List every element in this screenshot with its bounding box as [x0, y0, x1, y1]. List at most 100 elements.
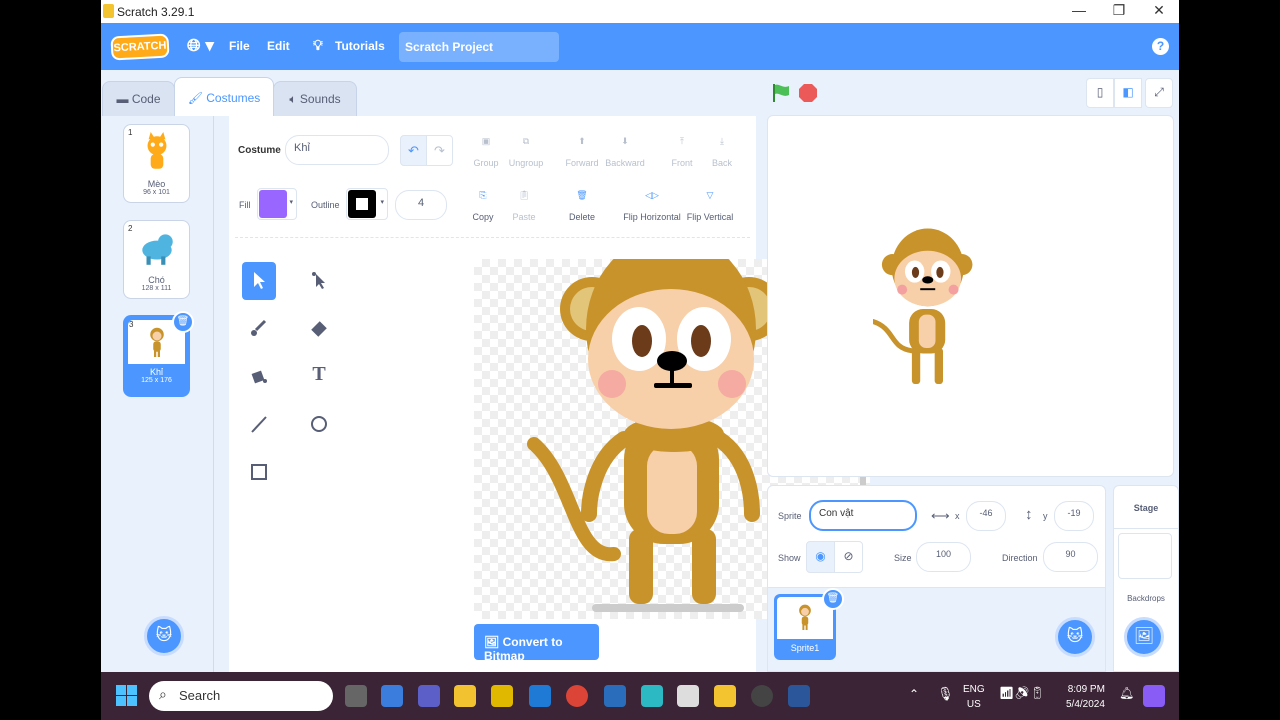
outline-color-picker[interactable]: ▾	[346, 188, 388, 220]
scratch-logo[interactable]: SCRATCH	[110, 33, 170, 61]
sprite-list: Sprite1 🗑︎ 🐱︎	[767, 587, 1106, 672]
task-view-icon[interactable]	[345, 685, 367, 707]
rectangle-icon	[251, 464, 267, 480]
paint-icon[interactable]	[641, 685, 663, 707]
cat-thumbnail	[147, 132, 166, 169]
stage-selector[interactable]: Stage Backdrops 🖼︎	[1113, 485, 1179, 672]
project-title-input[interactable]: Scratch Project	[399, 32, 559, 62]
green-flag-icon[interactable]	[771, 83, 791, 103]
add-sprite-button[interactable]: 🐱︎	[1055, 617, 1095, 657]
paste-button[interactable]: 📋︎ Paste	[501, 190, 547, 222]
taskbar-search[interactable]: ⌕ Search	[149, 681, 333, 711]
pdf-icon[interactable]	[491, 685, 513, 707]
reshape-tool[interactable]	[302, 262, 336, 300]
maximize-button[interactable]: ❐	[1099, 2, 1139, 19]
chrome-icon[interactable]	[566, 685, 588, 707]
redo-button[interactable]: ↷	[426, 135, 453, 166]
clock[interactable]: 8:09 PM 5/4/2024	[1066, 682, 1105, 712]
line-tool[interactable]	[242, 406, 276, 444]
notification-icon[interactable]: 🔔︎	[1119, 686, 1134, 700]
large-stage-button[interactable]: ◧	[1114, 78, 1142, 108]
defender-icon[interactable]	[529, 685, 551, 707]
microphone-icon[interactable]: 🎙︎	[937, 686, 954, 702]
delete-costume-icon[interactable]: 🗑︎	[172, 311, 194, 333]
word-icon[interactable]	[788, 685, 810, 707]
copy-icon: ⎘	[479, 190, 487, 200]
add-costume-button[interactable]: 🐱︎	[144, 616, 184, 656]
x-input[interactable]: -46	[966, 501, 1006, 531]
fill-tool[interactable]	[242, 358, 276, 396]
cat-plus-icon: 🐱︎	[155, 627, 173, 644]
rectangle-tool[interactable]	[242, 454, 276, 492]
size-input[interactable]: 100	[916, 542, 971, 572]
tab-sounds[interactable]: 🔈︎ Sounds	[273, 81, 357, 116]
group-label: Group	[473, 158, 499, 168]
delete-button[interactable]: 🗑︎ Delete	[559, 190, 605, 222]
copilot-icon[interactable]	[1143, 685, 1165, 707]
sprite-name-input[interactable]: Con vật	[809, 500, 917, 531]
fullscreen-button[interactable]: ⤢	[1145, 78, 1173, 108]
ungroup-label: Ungroup	[508, 158, 544, 168]
select-tool[interactable]	[242, 262, 276, 300]
copy-button[interactable]: ⎘ Copy	[460, 190, 506, 222]
small-stage-button[interactable]: ▯	[1086, 78, 1114, 108]
ungroup-button[interactable]: ⧉ Ungroup	[503, 136, 549, 168]
language-indicator[interactable]: ENG US	[963, 682, 985, 712]
mail-icon[interactable]	[604, 685, 626, 707]
backward-icon: ⬇	[621, 136, 629, 146]
outline-label: Outline	[311, 200, 340, 210]
tab-costumes[interactable]: 🖌︎ Costumes	[174, 77, 274, 116]
tab-code[interactable]: ▬ Code	[102, 81, 175, 116]
obs-icon[interactable]	[751, 685, 773, 707]
backdrops-label: Backdrops	[1127, 594, 1165, 603]
flip-vertical-button[interactable]: ▽ Flip Vertical	[682, 190, 738, 222]
brush-tool[interactable]	[242, 310, 276, 348]
flip-horizontal-button[interactable]: ◁▷ Flip Horizontal	[621, 190, 683, 222]
globe-icon[interactable]: 🌐︎ ▾	[187, 36, 214, 56]
lang-label: ENG	[963, 684, 985, 695]
file-menu[interactable]: File	[229, 39, 250, 53]
chevron-up-icon[interactable]: ⌃	[909, 687, 919, 701]
paste-label: Paste	[512, 212, 536, 222]
backward-button[interactable]: ⬇ Backward	[602, 136, 648, 168]
tutorials-menu[interactable]: Tutorials	[335, 39, 385, 53]
sprite-item-selected[interactable]: Sprite1 🗑︎	[774, 588, 844, 660]
file-explorer-icon[interactable]	[454, 685, 476, 707]
convert-to-bitmap-button[interactable]: 🖼︎ Convert to Bitmap	[474, 624, 599, 663]
add-backdrop-button[interactable]: 🖼︎	[1124, 617, 1164, 657]
costume-item[interactable]: 2 Chó 128 x 111	[123, 220, 190, 299]
teams-icon[interactable]	[418, 685, 440, 707]
costume-item-selected[interactable]: 3 Khỉ 125 x 176 🗑︎	[123, 311, 194, 397]
fill-color-picker[interactable]: ▾	[257, 188, 297, 220]
eraser-tool[interactable]	[302, 310, 336, 348]
close-button[interactable]: ✕	[1139, 2, 1179, 19]
delete-sprite-icon[interactable]: 🗑︎	[822, 588, 844, 610]
y-input[interactable]: -19	[1054, 501, 1094, 531]
circle-tool[interactable]	[302, 406, 336, 444]
stage-monkey-sprite[interactable]	[873, 216, 983, 391]
stage-canvas[interactable]	[767, 115, 1174, 477]
lightbulb-icon: 💡︎	[313, 37, 323, 53]
costume-name-input[interactable]: Khỉ	[285, 135, 389, 165]
weather-icon[interactable]	[381, 685, 403, 707]
scratch-taskbar-icon[interactable]	[714, 685, 736, 707]
direction-input[interactable]: 90	[1043, 542, 1098, 572]
costume-item[interactable]: 1 Mèo 96 x 101	[123, 124, 190, 203]
show-visible-button[interactable]: ◉	[806, 541, 835, 573]
forward-button[interactable]: ⬆ Forward	[559, 136, 605, 168]
windows-taskbar: ⌕ Search ⌃ 🎙︎ ENG US 📶︎🔊︎🔋︎ 8:09 PM 5/4/202…	[101, 672, 1179, 720]
help-icon[interactable]: ?	[1152, 38, 1169, 55]
windows-start-icon[interactable]	[116, 685, 138, 707]
outline-width-input[interactable]: 4	[395, 190, 447, 220]
text-tool[interactable]: T	[302, 358, 336, 396]
edit-menu[interactable]: Edit	[267, 39, 290, 53]
back-button[interactable]: ⤓ Back	[699, 136, 745, 168]
show-hidden-button[interactable]: ⊘	[834, 541, 863, 573]
flip-vertical-label: Flip Vertical	[686, 212, 734, 222]
backward-label: Backward	[605, 158, 645, 168]
wifi-speaker-battery-icon[interactable]: 📶︎🔊︎🔋︎	[999, 686, 1045, 700]
snipping-icon[interactable]	[677, 685, 699, 707]
minimize-button[interactable]: —	[1059, 2, 1099, 18]
undo-button[interactable]: ↶	[400, 135, 427, 166]
stop-icon[interactable]	[798, 83, 818, 103]
